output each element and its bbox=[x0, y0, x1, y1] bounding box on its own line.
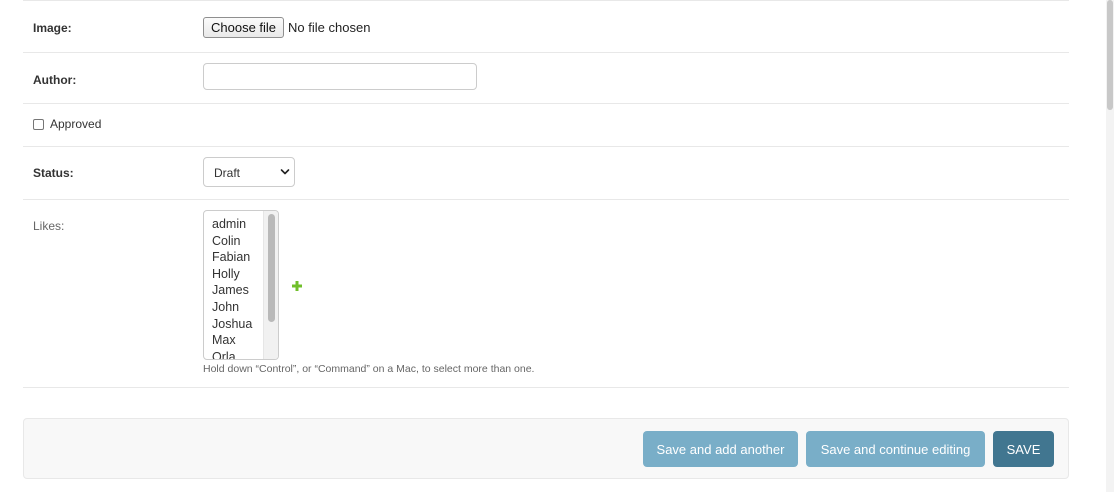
save-button[interactable]: SAVE bbox=[993, 431, 1054, 467]
save-and-continue-button[interactable]: Save and continue editing bbox=[806, 431, 985, 467]
author-label: Author: bbox=[33, 73, 77, 87]
save-and-add-another-button[interactable]: Save and add another bbox=[643, 431, 798, 467]
page-scrollbar-thumb[interactable] bbox=[1107, 0, 1113, 110]
likes-scrollbar[interactable] bbox=[263, 211, 278, 359]
chevron-down-icon bbox=[280, 169, 290, 175]
form-row-approved: Approved bbox=[23, 104, 1069, 147]
image-label: Image: bbox=[33, 21, 72, 35]
form-row-status: Status: Draft bbox=[23, 147, 1069, 200]
likes-multiselect[interactable]: admin Colin Fabian Holly James John Josh… bbox=[203, 210, 279, 360]
author-input[interactable] bbox=[203, 63, 477, 90]
form-row-likes: Likes: admin Colin Fabian Holly James Jo… bbox=[23, 200, 1069, 388]
submit-row: Save and add another Save and continue e… bbox=[23, 418, 1069, 479]
file-status-text: No file chosen bbox=[288, 20, 371, 35]
choose-file-button[interactable]: Choose file bbox=[203, 17, 285, 38]
likes-help-text: Hold down “Control”, or “Command” on a M… bbox=[203, 363, 535, 375]
image-file-input[interactable]: Choose file No file chosen bbox=[203, 17, 370, 38]
form-row-author: Author: bbox=[23, 53, 1069, 104]
approved-label[interactable]: Approved bbox=[50, 117, 101, 131]
plus-icon[interactable] bbox=[291, 280, 303, 292]
page-scrollbar[interactable] bbox=[1106, 0, 1114, 492]
likes-scrollbar-thumb[interactable] bbox=[268, 214, 275, 322]
change-form: Image: Choose file No file chosen Author… bbox=[23, 0, 1069, 388]
status-selected-value: Draft bbox=[214, 166, 241, 180]
approved-checkbox[interactable] bbox=[33, 118, 44, 130]
likes-label: Likes: bbox=[33, 219, 65, 233]
status-select[interactable]: Draft bbox=[203, 157, 295, 187]
status-label: Status: bbox=[33, 166, 74, 180]
form-row-image: Image: Choose file No file chosen bbox=[23, 0, 1069, 53]
